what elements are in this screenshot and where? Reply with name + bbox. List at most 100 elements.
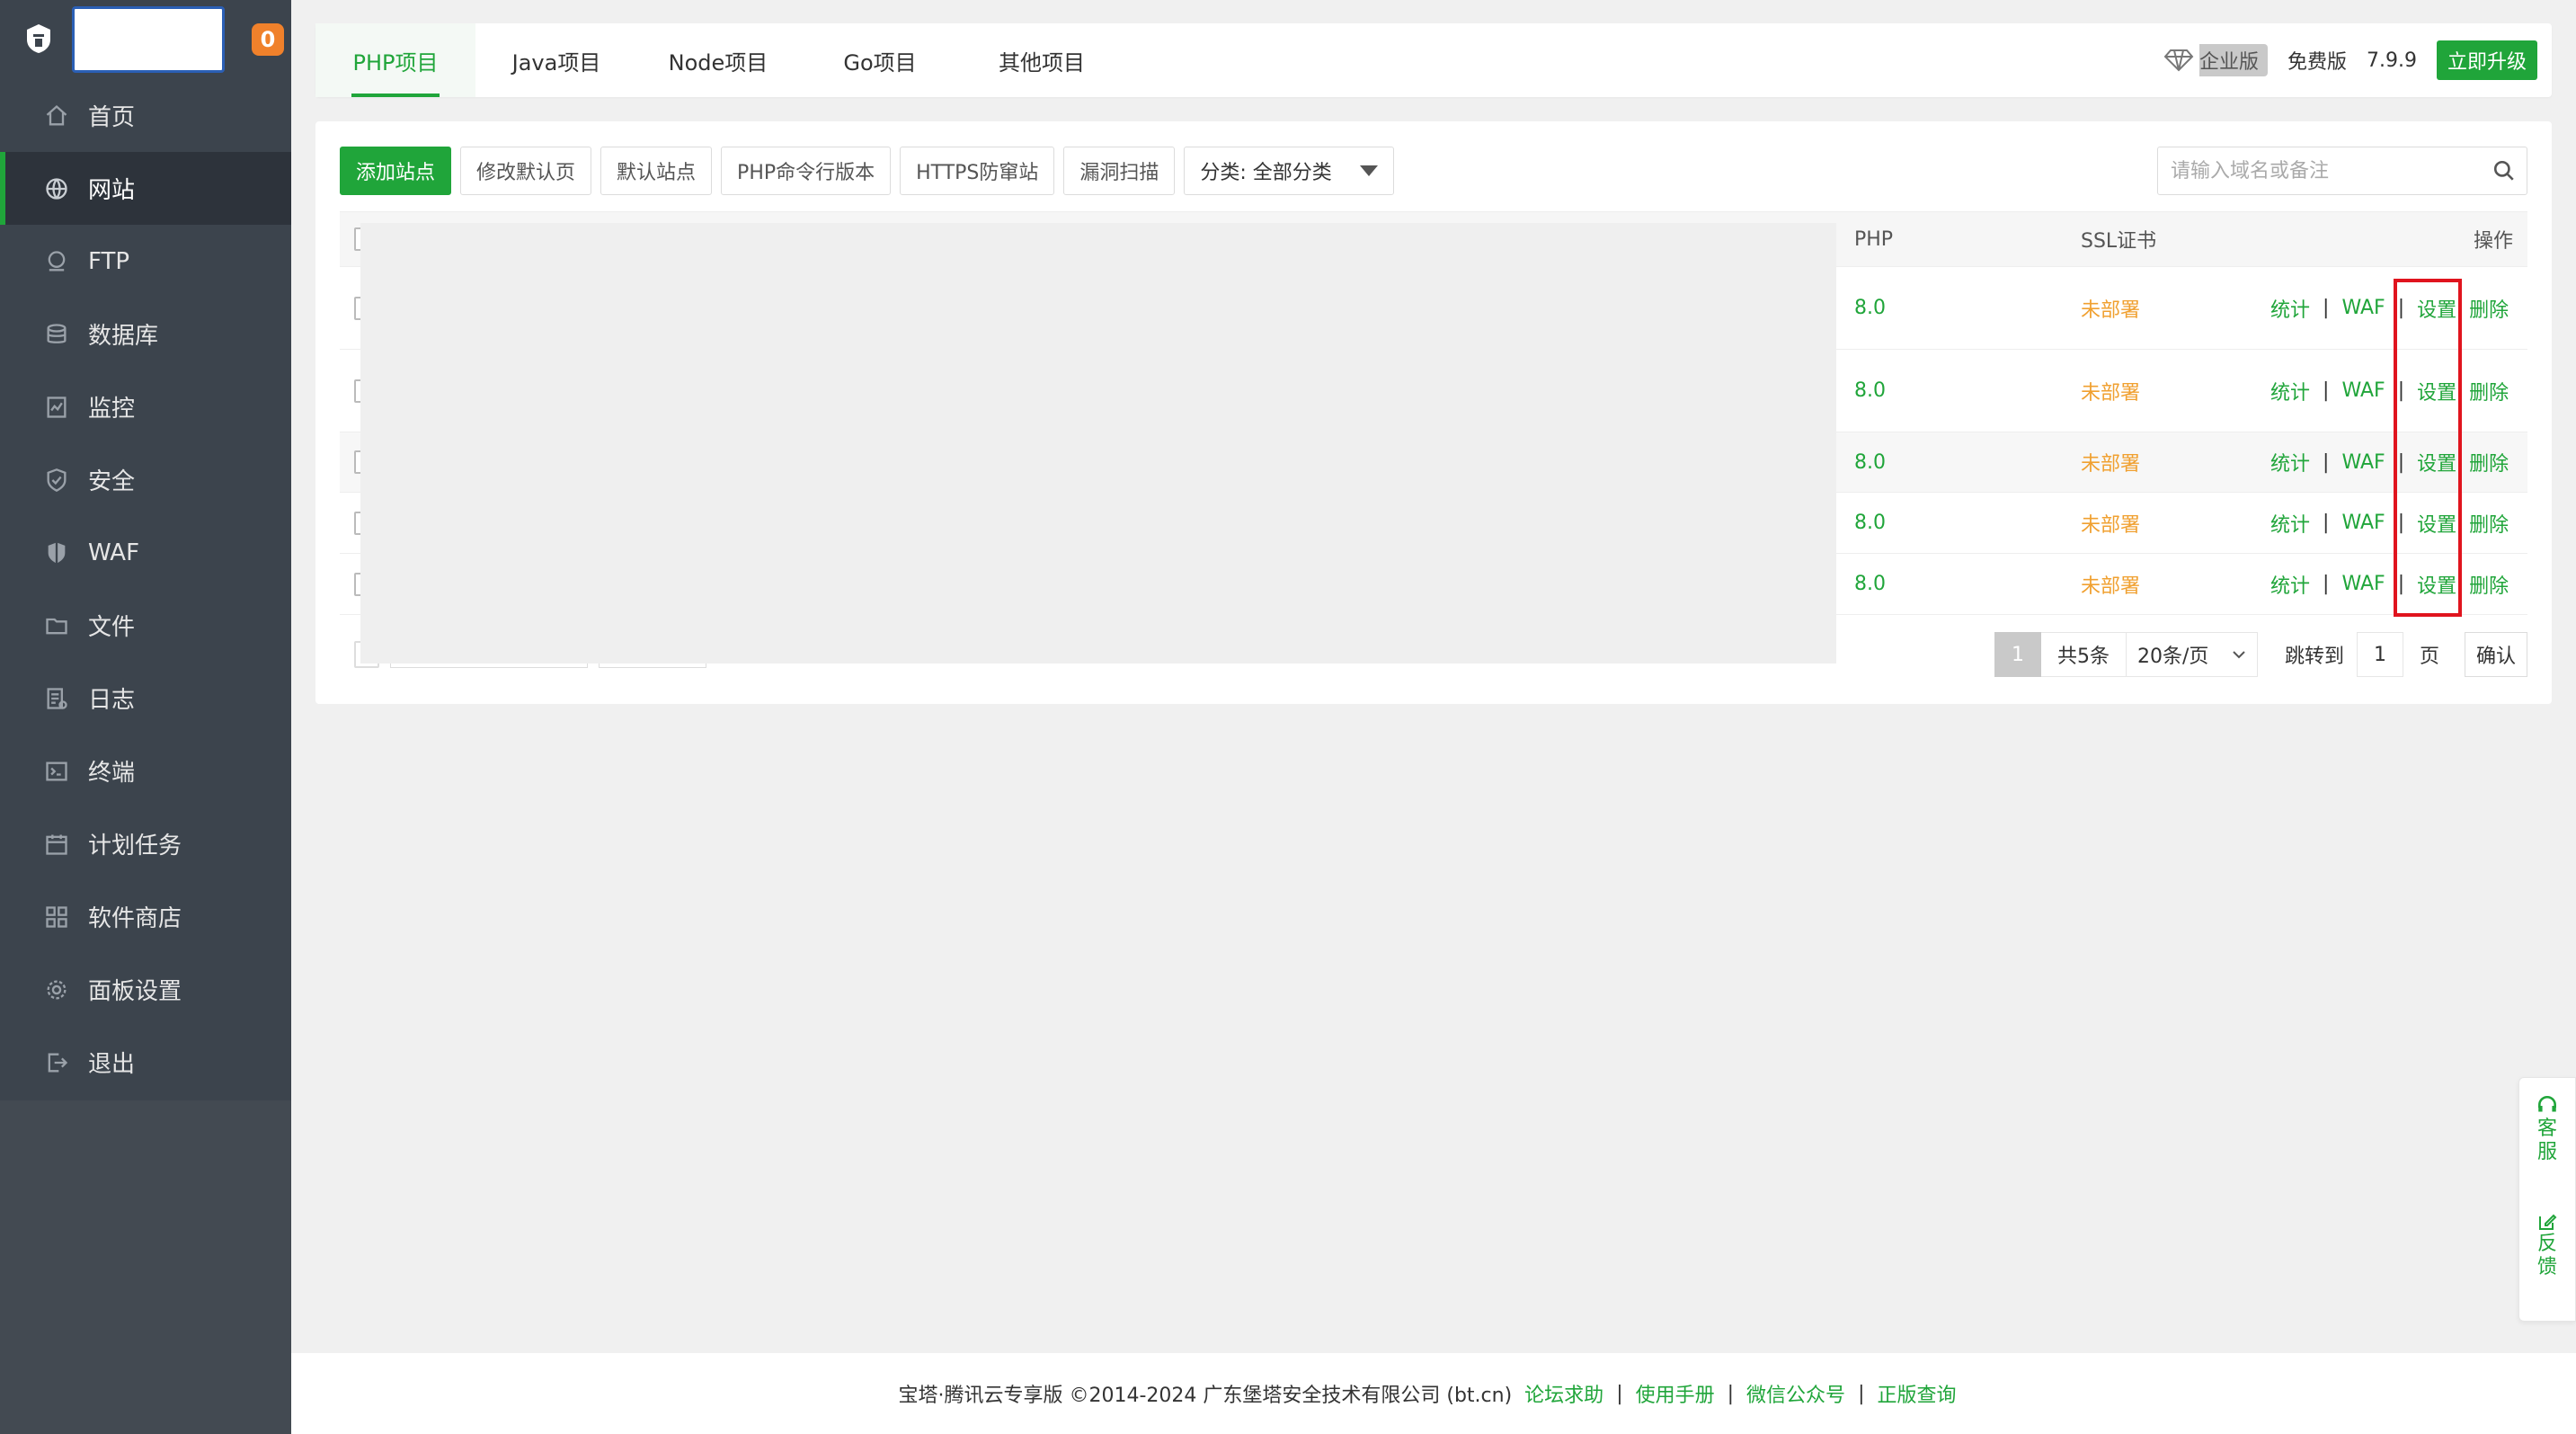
customer-service-button[interactable]: 客服	[2519, 1078, 2575, 1164]
license-check-link[interactable]: 正版查询	[1877, 1379, 1956, 1408]
search-box	[2157, 147, 2527, 195]
floating-help-panel: 客服 反馈	[2518, 1077, 2576, 1322]
stats-link[interactable]: 统计	[2270, 448, 2310, 477]
sidebar-item-label: 面板设置	[88, 978, 182, 1005]
page-size-select[interactable]: 20条/页	[2126, 632, 2258, 677]
search-input[interactable]	[2158, 147, 2482, 194]
jump-confirm-button[interactable]: 确认	[2464, 632, 2527, 677]
sidebar-item-label: 终端	[88, 760, 136, 787]
tab-other-project[interactable]: 其他项目	[961, 23, 1123, 97]
page-unit-label: 页	[2419, 646, 2439, 668]
waf-link[interactable]: WAF	[2341, 573, 2385, 595]
headset-icon	[2538, 1095, 2556, 1112]
page-footer: 宝塔·腾讯云专享版 ©2014-2024 广东堡塔安全技术有限公司 (bt.cn…	[291, 1353, 2576, 1434]
forum-help-link[interactable]: 论坛求助	[1524, 1379, 1603, 1408]
separator: |	[2323, 450, 2330, 474]
php-cli-version-button[interactable]: PHP命令行版本	[721, 147, 892, 195]
delete-link[interactable]: 删除	[2469, 570, 2509, 599]
sidebar-item-logs[interactable]: 日志	[0, 662, 291, 735]
sidebar-item-app-store[interactable]: 软件商店	[0, 880, 291, 953]
modify-default-page-button[interactable]: 修改默认页	[460, 147, 592, 195]
sidebar-item-label: 文件	[88, 614, 136, 641]
stats-link[interactable]: 统计	[2270, 294, 2310, 323]
category-select-value: 分类: 全部分类	[1200, 162, 1332, 184]
tab-php-project[interactable]: PHP项目	[315, 23, 475, 97]
waf-link[interactable]: WAF	[2341, 512, 2385, 534]
waf-link[interactable]: WAF	[2341, 451, 2385, 474]
sidebar: 0 首页 网站 FTP 数据库 监控 安全 WAF 文件 日志 终端 计划任务 …	[0, 0, 291, 1434]
column-header-ssl: SSL证书	[2081, 230, 2157, 253]
server-name-box[interactable]	[72, 6, 225, 73]
tab-go-project[interactable]: Go项目	[799, 23, 961, 97]
php-version-cell[interactable]: 8.0	[1854, 554, 1886, 614]
separator: |	[1727, 1382, 1735, 1405]
sidebar-item-files[interactable]: 文件	[0, 589, 291, 662]
delete-link[interactable]: 删除	[2469, 294, 2509, 323]
delete-link[interactable]: 删除	[2469, 509, 2509, 538]
jump-page-input[interactable]: 1	[2356, 632, 2403, 677]
sidebar-item-label: 安全	[88, 468, 136, 495]
highlight-box	[2394, 279, 2462, 617]
row-actions: 统计 | WAF | 设置 删除	[2270, 350, 2509, 432]
ssl-status-cell[interactable]: 未部署	[2081, 493, 2140, 553]
chevron-down-icon	[2233, 651, 2245, 659]
php-version-cell[interactable]: 8.0	[1854, 432, 1886, 492]
https-anti-hijack-button[interactable]: HTTPS防窜站	[900, 147, 1055, 195]
enterprise-label: 企业版	[2198, 51, 2259, 74]
ssl-status-cell[interactable]: 未部署	[2081, 554, 2140, 614]
sidebar-item-label: 首页	[88, 104, 136, 131]
wechat-account-link[interactable]: 微信公众号	[1746, 1379, 1845, 1408]
edit-icon	[2539, 1214, 2557, 1230]
monitor-icon	[43, 394, 70, 421]
sidebar-item-label: 网站	[88, 177, 136, 204]
feedback-button[interactable]: 反馈	[2519, 1195, 2575, 1279]
separator: |	[1616, 1382, 1623, 1405]
php-version-cell[interactable]: 8.0	[1854, 350, 1886, 432]
sidebar-item-label: 日志	[88, 687, 136, 714]
separator: |	[2323, 573, 2330, 595]
upgrade-button[interactable]: 立即升级	[2436, 40, 2537, 80]
stats-link[interactable]: 统计	[2270, 570, 2310, 599]
delete-link[interactable]: 删除	[2469, 377, 2509, 405]
category-select[interactable]: 分类: 全部分类	[1184, 147, 1395, 195]
stats-link[interactable]: 统计	[2270, 509, 2310, 538]
stats-link[interactable]: 统计	[2270, 377, 2310, 405]
sidebar-item-terminal[interactable]: 终端	[0, 735, 291, 807]
sidebar-item-home[interactable]: 首页	[0, 79, 291, 152]
page-size-value: 20条/页	[2136, 646, 2209, 668]
sidebar-item-database[interactable]: 数据库	[0, 298, 291, 370]
sidebar-item-cron[interactable]: 计划任务	[0, 807, 291, 880]
search-icon[interactable]	[2482, 159, 2527, 183]
sidebar-item-ftp[interactable]: FTP	[0, 225, 291, 298]
php-version-cell[interactable]: 8.0	[1854, 267, 1886, 349]
ssl-status-cell[interactable]: 未部署	[2081, 267, 2140, 349]
default-site-button[interactable]: 默认站点	[600, 147, 713, 195]
sidebar-item-security[interactable]: 安全	[0, 443, 291, 516]
sidebar-item-panel-settings[interactable]: 面板设置	[0, 953, 291, 1026]
ssl-status-cell[interactable]: 未部署	[2081, 432, 2140, 492]
sidebar-item-monitor[interactable]: 监控	[0, 370, 291, 443]
waf-link[interactable]: WAF	[2341, 297, 2385, 319]
logout-icon	[43, 1049, 70, 1076]
enterprise-badge[interactable]: 企业版	[2157, 44, 2268, 76]
sidebar-header: 0	[0, 0, 291, 79]
php-version-cell[interactable]: 8.0	[1854, 493, 1886, 553]
sidebar-item-logout[interactable]: 退出	[0, 1026, 291, 1099]
row-actions: 统计 | WAF | 设置 删除	[2270, 432, 2509, 492]
log-icon	[43, 685, 70, 712]
waf-link[interactable]: WAF	[2341, 379, 2385, 402]
add-site-button[interactable]: 添加站点	[340, 147, 452, 195]
tab-node-project[interactable]: Node项目	[637, 23, 799, 97]
ssl-status-cell[interactable]: 未部署	[2081, 350, 2140, 432]
delete-link[interactable]: 删除	[2469, 448, 2509, 477]
page-current[interactable]: 1	[1994, 632, 2041, 677]
tab-java-project[interactable]: Java项目	[475, 23, 637, 97]
sidebar-item-waf[interactable]: WAF	[0, 516, 291, 589]
version-info: 企业版 免费版 7.9.9 立即升级	[2157, 23, 2537, 97]
vuln-scan-button[interactable]: 漏洞扫描	[1063, 147, 1176, 195]
notification-badge[interactable]: 0	[252, 23, 284, 56]
sidebar-item-website[interactable]: 网站	[0, 152, 291, 225]
column-header-php: PHP	[1854, 227, 1894, 251]
user-manual-link[interactable]: 使用手册	[1636, 1379, 1715, 1408]
separator: |	[2323, 379, 2330, 402]
